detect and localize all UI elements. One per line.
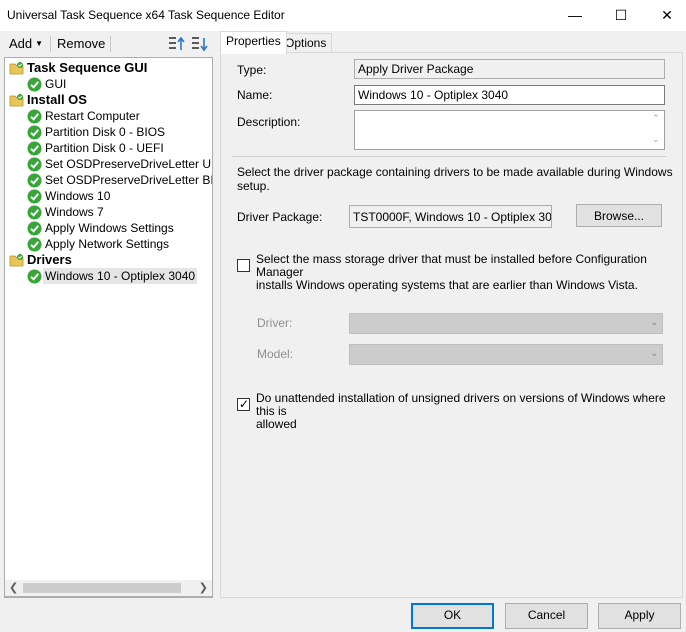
mass-storage-text: Select the mass storage driver that must… [256,253,686,292]
tree-item-label: Set OSDPreserveDriveLetter BIOS [45,173,213,187]
tree-item-label: Apply Network Settings [45,237,170,251]
minimize-icon[interactable]: — [552,0,598,31]
green-check-icon [27,173,42,188]
green-check-icon [27,77,42,92]
model-select: ⌄ [349,344,663,365]
name-label: Name: [237,88,273,102]
description-field[interactable]: ⌃ ⌄ [354,110,665,150]
driver-label: Driver: [257,316,293,330]
scrollbar-thumb[interactable] [23,583,181,593]
remove-button[interactable]: Remove [57,36,105,51]
checkmark-icon: ✓ [239,397,250,411]
scroll-up-icon[interactable]: ⌃ [652,113,660,124]
driver-select: ⌄ [349,313,663,334]
close-icon[interactable]: ✕ [644,0,686,31]
unsigned-line2: allowed [256,417,297,431]
green-check-icon [27,269,42,284]
tree-item-label: Partition Disk 0 - BIOS [45,125,166,139]
task-sequence-tree[interactable]: Task Sequence GUI GUI Install OS Restart Co… [4,57,213,598]
tree-horizontal-scrollbar[interactable]: ❮ ❯ [4,580,213,597]
unsigned-line1: Do unattended installation of unsigned d… [256,391,666,418]
add-label: Add [9,36,33,51]
instruction-text: Select the driver package containing dri… [237,165,673,193]
green-check-icon [27,237,42,252]
maximize-icon[interactable]: ☐ [598,0,644,31]
unsigned-drivers-text: Do unattended installation of unsigned d… [256,392,686,431]
green-check-icon [27,125,42,140]
unsigned-drivers-checkbox[interactable]: ✓ [237,397,250,411]
apply-button[interactable]: Apply [598,603,681,629]
tab-properties[interactable]: Properties [220,31,287,54]
tree-toolbar: Add ▼ Remove [0,31,214,57]
section-divider [232,156,666,157]
tree-group-label: Drivers [27,252,72,267]
tree-item-label: GUI [45,77,67,91]
scroll-right-icon[interactable]: ❯ [199,581,208,594]
chevron-down-icon: ⌄ [650,317,658,327]
tree-item-label: Partition Disk 0 - UEFI [45,141,164,155]
driver-package-label: Driver Package: [237,210,323,224]
scroll-left-icon[interactable]: ❮ [9,581,18,594]
window-title: Universal Task Sequence x64 Task Sequenc… [7,8,285,22]
green-check-icon [27,205,42,220]
tree-item-label: Windows 7 [45,205,104,219]
green-check-icon [27,221,42,236]
name-field[interactable]: Windows 10 - Optiplex 3040 [354,85,665,105]
green-check-icon [27,109,42,124]
mass-storage-checkbox[interactable] [237,259,250,272]
tree-group-label: Task Sequence GUI [27,60,148,75]
cancel-button[interactable]: Cancel [505,603,588,629]
folder-icon [9,253,24,268]
tree-item-label: Set OSDPreserveDriveLetter UEFI [45,157,213,171]
browse-button[interactable]: Browse... [576,204,662,227]
toolbar-divider [50,36,51,52]
folder-icon [9,93,24,108]
move-up-icon[interactable] [168,35,186,53]
tree-item-label: Windows 10 - Optiplex 3040 [43,268,198,284]
tab-options[interactable]: Options [279,33,333,53]
chevron-down-icon: ▼ [35,39,44,48]
tree-group-label: Install OS [27,92,87,107]
type-field: Apply Driver Package [354,59,665,79]
toolbar-divider [110,36,111,52]
description-label: Description: [237,115,301,129]
type-label: Type: [237,63,267,77]
tree-item-label: Apply Windows Settings [45,221,174,235]
ok-button[interactable]: OK [411,603,494,629]
tree-item-label: Windows 10 [45,189,111,203]
add-button[interactable]: Add ▼ [9,36,43,51]
description-scrollbar[interactable]: ⌃ ⌄ [648,111,664,149]
green-check-icon [27,141,42,156]
green-check-icon [27,157,42,172]
mass-storage-line1: Select the mass storage driver that must… [256,252,647,279]
title-bar: Universal Task Sequence x64 Task Sequenc… [0,0,686,31]
model-label: Model: [257,347,294,361]
green-check-icon [27,189,42,204]
move-down-icon[interactable] [191,35,209,53]
scroll-down-icon[interactable]: ⌄ [652,134,660,145]
mass-storage-line2: installs Windows operating systems that … [256,278,638,292]
chevron-down-icon: ⌄ [650,348,658,358]
folder-icon [9,61,24,76]
tree-item-label: Restart Computer [45,109,140,123]
driver-package-field: TST0000F, Windows 10 - Optiplex 3040 [349,205,552,228]
